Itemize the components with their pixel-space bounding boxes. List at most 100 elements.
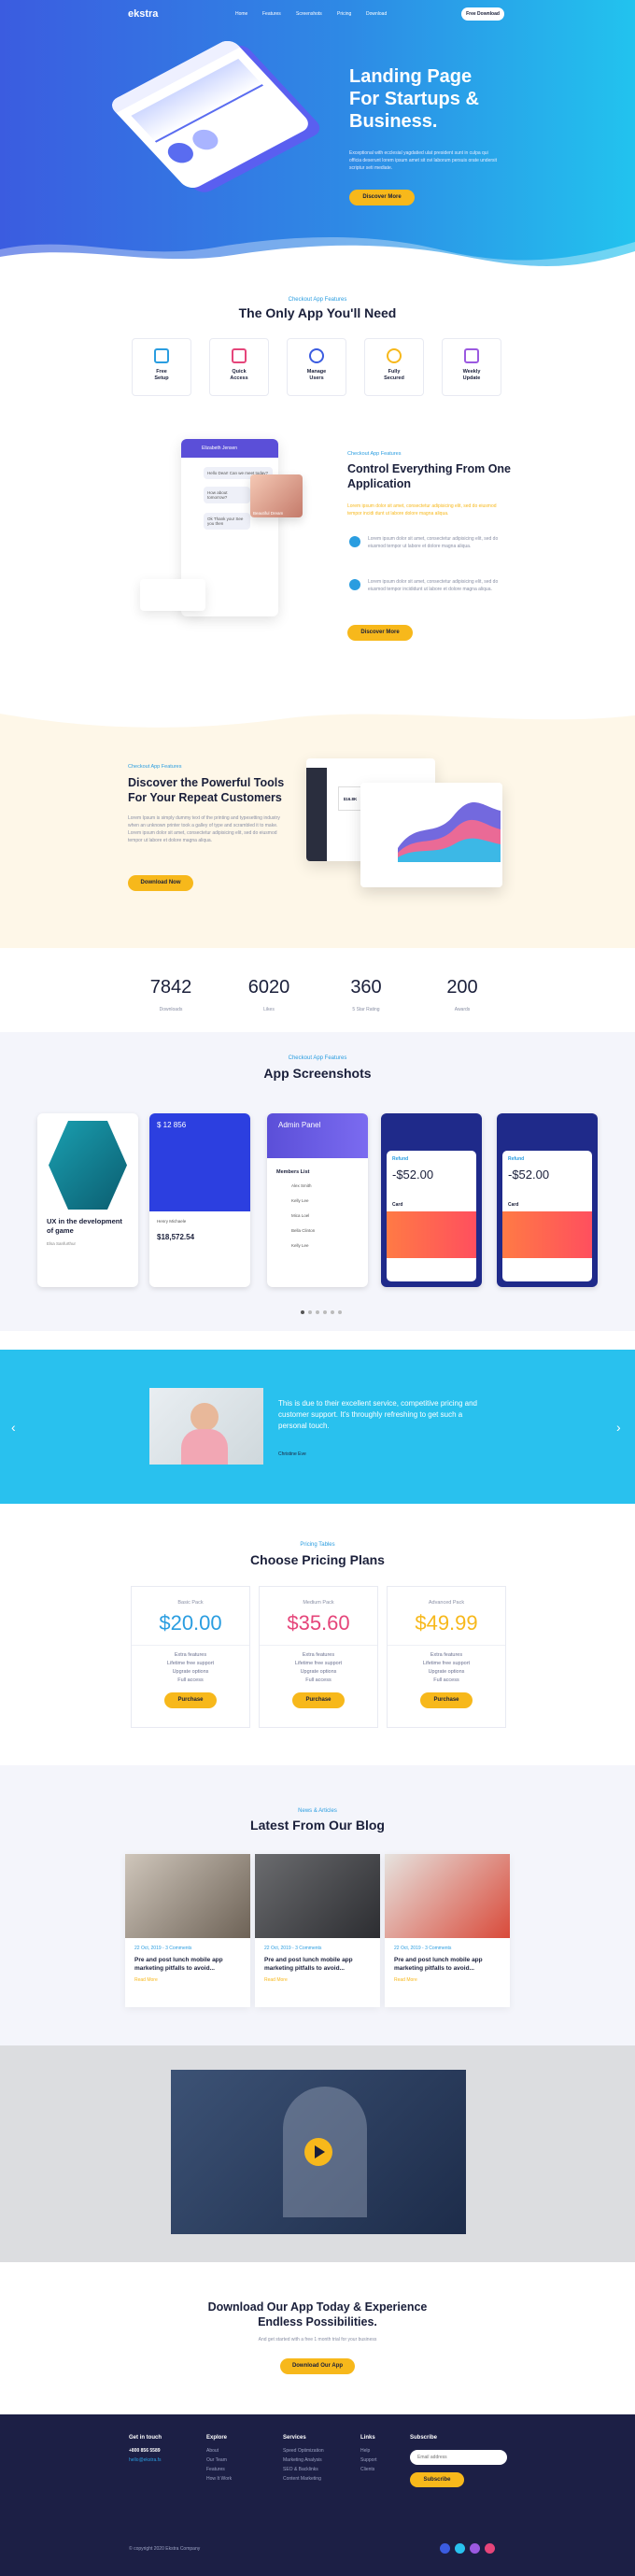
footer-link[interactable]: Help bbox=[360, 2446, 377, 2456]
footer-services: Services Speed Optimization Marketing An… bbox=[283, 2435, 324, 2484]
instagram-icon[interactable] bbox=[470, 2543, 480, 2554]
cta-title-line: Download Our App Today & Experience bbox=[207, 2300, 428, 2314]
footer-link[interactable]: Features bbox=[206, 2465, 232, 2474]
nav-screenshots[interactable]: Screenshots bbox=[296, 11, 322, 17]
plan-feature: Lifetime free support bbox=[294, 1661, 343, 1666]
plan-feature: Extra features bbox=[174, 1652, 207, 1658]
twitter-icon[interactable] bbox=[455, 2543, 465, 2554]
plan-name: Basic Pack bbox=[177, 1600, 204, 1606]
post-title[interactable]: Pre and post lunch mobile app marketing … bbox=[385, 1951, 510, 1973]
refund-label: Refund bbox=[508, 1156, 525, 1162]
member-name: Kelly Lee bbox=[291, 1198, 309, 1203]
screenshot-finance[interactable]: $ 12 856 Henry Michaele $18,572.54 bbox=[149, 1113, 250, 1287]
feature-label: Setup bbox=[154, 375, 169, 381]
screenshot-refund-2[interactable]: Refund -$52.00 Card bbox=[497, 1113, 598, 1287]
free-download-button[interactable]: Free Download bbox=[461, 7, 504, 21]
discover-more-button[interactable]: Discover More bbox=[349, 190, 415, 205]
finance-bottom-value: $18,572.54 bbox=[157, 1233, 195, 1241]
hero-section: ekstra Home Features Screenshots Pricing… bbox=[0, 0, 635, 271]
purchase-button[interactable]: Purchase bbox=[164, 1692, 217, 1708]
post-title[interactable]: Pre and post lunch mobile app marketing … bbox=[125, 1951, 250, 1973]
blog-image bbox=[125, 1854, 250, 1938]
chevron-right-icon[interactable]: › bbox=[616, 1420, 621, 1435]
post-title[interactable]: Pre and post lunch mobile app marketing … bbox=[255, 1951, 380, 1973]
control-discover-button[interactable]: Discover More bbox=[347, 625, 413, 641]
plan-name: Medium Pack bbox=[303, 1600, 334, 1606]
post-meta: 22 Oct, 2019 - 3 Comments bbox=[264, 1946, 322, 1951]
screenshot-admin[interactable]: Admin Panel Members List Alex Smith Kell… bbox=[267, 1113, 368, 1287]
carousel-dot[interactable] bbox=[323, 1310, 327, 1314]
screenshot-refund[interactable]: Refund -$52.00 Card bbox=[381, 1113, 482, 1287]
blog-post[interactable]: 22 Oct, 2019 - 3 Comments Pre and post l… bbox=[255, 1854, 380, 2007]
testimonial-author: Christine Eve bbox=[278, 1451, 306, 1457]
plan-feature: Full access bbox=[433, 1677, 459, 1683]
feature-label: Weekly bbox=[462, 369, 481, 375]
chat-message: How about tomorrow? bbox=[204, 487, 250, 503]
feature-label: Update bbox=[462, 375, 481, 381]
blog-post[interactable]: 22 Oct, 2019 - 3 Comments Pre and post l… bbox=[125, 1854, 250, 2007]
nav-download[interactable]: Download bbox=[366, 11, 387, 17]
users-icon bbox=[309, 348, 324, 363]
footer-email[interactable]: hello@ekstra.fs bbox=[129, 2456, 162, 2465]
refund-label: Refund bbox=[392, 1156, 409, 1162]
stat-value: 6020 bbox=[247, 977, 290, 998]
footer-link[interactable]: How It Work bbox=[206, 2474, 232, 2484]
footer-link[interactable]: Support bbox=[360, 2456, 377, 2465]
nav-pricing[interactable]: Pricing bbox=[337, 11, 351, 17]
plan-price: $35.60 bbox=[287, 1611, 350, 1635]
dribbble-icon[interactable] bbox=[485, 2543, 495, 2554]
chevron-left-icon[interactable]: ‹ bbox=[11, 1420, 16, 1435]
plan-features: Extra features Lifetime free support Upg… bbox=[260, 1645, 377, 1685]
hex-image bbox=[49, 1121, 127, 1210]
facebook-icon[interactable] bbox=[440, 2543, 450, 2554]
plan-features: Extra features Lifetime free support Upg… bbox=[388, 1645, 505, 1685]
refund-value: -$52.00 bbox=[392, 1168, 434, 1182]
read-more-link[interactable]: Read More bbox=[385, 1973, 510, 1983]
footer-link[interactable]: Speed Optimization bbox=[283, 2446, 324, 2456]
stat-label: Awards bbox=[454, 1007, 471, 1012]
monitor-icon bbox=[232, 348, 247, 363]
video-player[interactable] bbox=[171, 2070, 466, 2234]
carousel-dot[interactable] bbox=[301, 1310, 304, 1314]
stat-rating: 360 5 Star Rating bbox=[333, 977, 399, 1015]
nav-home[interactable]: Home bbox=[235, 11, 247, 17]
purchase-button[interactable]: Purchase bbox=[420, 1692, 473, 1708]
refund-value: -$52.00 bbox=[508, 1168, 550, 1182]
footer-link[interactable]: About bbox=[206, 2446, 232, 2456]
chat-message: Ok Thank you! See you then bbox=[204, 513, 250, 530]
stat-label: 5 Star Rating bbox=[352, 1007, 380, 1012]
footer-explore: Explore About Our Team Features How It W… bbox=[206, 2435, 232, 2484]
plan-feature: Extra features bbox=[302, 1652, 335, 1658]
subscribe-email-input[interactable] bbox=[410, 2450, 507, 2465]
plan-feature: Extra features bbox=[430, 1652, 463, 1658]
features-eyebrow: Checkout App Features bbox=[288, 297, 347, 303]
carousel-dot[interactable] bbox=[331, 1310, 334, 1314]
blog-title: Latest From Our Blog bbox=[250, 1818, 385, 1833]
read-more-link[interactable]: Read More bbox=[255, 1973, 380, 1983]
nav-features[interactable]: Features bbox=[262, 11, 281, 17]
footer-link[interactable]: Marketing Analysis bbox=[283, 2456, 324, 2465]
post-meta: 22 Oct, 2019 - 3 Comments bbox=[394, 1946, 452, 1951]
purchase-button[interactable]: Purchase bbox=[292, 1692, 345, 1708]
footer-phone[interactable]: +800 856 5589 bbox=[129, 2446, 162, 2456]
footer-link[interactable]: Content Marketing bbox=[283, 2474, 324, 2484]
logo[interactable]: ekstra bbox=[128, 8, 158, 20]
plan-feature: Lifetime free support bbox=[422, 1661, 471, 1666]
stat-value: 360 bbox=[350, 977, 382, 998]
footer-link[interactable]: Our Team bbox=[206, 2456, 232, 2465]
cta-title: Download Our App Today & Experience Endl… bbox=[0, 2300, 635, 2329]
blog-post[interactable]: 22 Oct, 2019 - 3 Comments Pre and post l… bbox=[385, 1854, 510, 2007]
carousel-dot[interactable] bbox=[308, 1310, 312, 1314]
download-app-button[interactable]: Download Our App bbox=[280, 2358, 355, 2374]
subscribe-button[interactable]: Subscribe bbox=[410, 2472, 464, 2487]
read-more-link[interactable]: Read More bbox=[125, 1973, 250, 1983]
feature-label: Free bbox=[156, 369, 167, 375]
carousel-dot[interactable] bbox=[316, 1310, 319, 1314]
footer-link[interactable]: Clients bbox=[360, 2465, 377, 2474]
plan-feature: Full access bbox=[177, 1677, 204, 1683]
feature-free-setup: Free Setup bbox=[132, 338, 191, 396]
footer-link[interactable]: SEO & Backlinks bbox=[283, 2465, 324, 2474]
screenshot-article[interactable]: UX in the development of game Elsa Sanfu… bbox=[37, 1113, 138, 1287]
download-now-button[interactable]: Download Now bbox=[128, 875, 193, 891]
carousel-dot[interactable] bbox=[338, 1310, 342, 1314]
